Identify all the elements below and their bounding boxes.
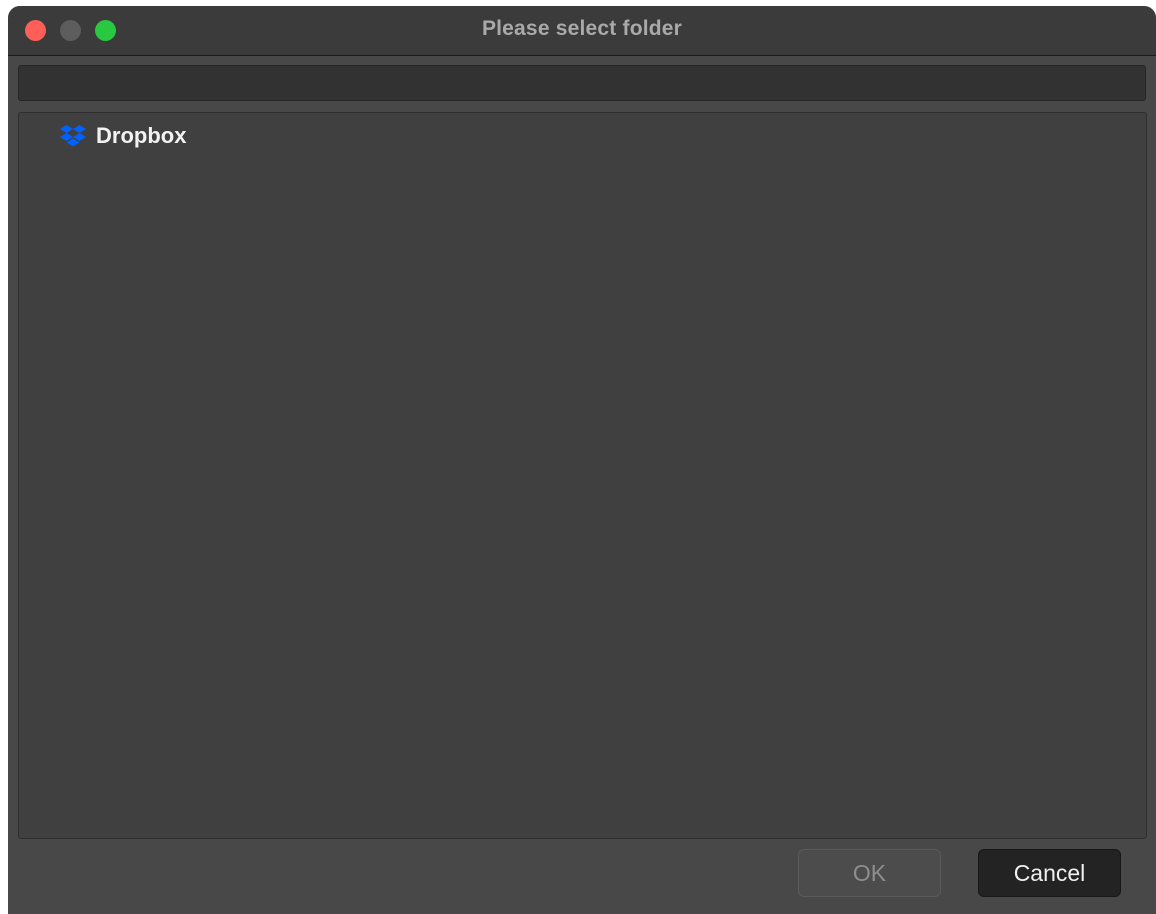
tree-item-dropbox[interactable]: Dropbox <box>59 122 186 150</box>
folder-tree[interactable]: Dropbox <box>18 112 1147 839</box>
ok-button[interactable]: OK <box>798 849 941 897</box>
dropbox-icon <box>59 123 87 149</box>
window-title: Please select folder <box>481 17 683 40</box>
folder-path-input[interactable] <box>18 65 1146 101</box>
tree-item-label: Dropbox <box>96 123 187 148</box>
folder-dialog-window: Please select folder Dropbox OK Cancel <box>8 6 1156 914</box>
cancel-button[interactable]: Cancel <box>978 849 1121 897</box>
title-bar: Please select folder <box>8 6 1156 56</box>
